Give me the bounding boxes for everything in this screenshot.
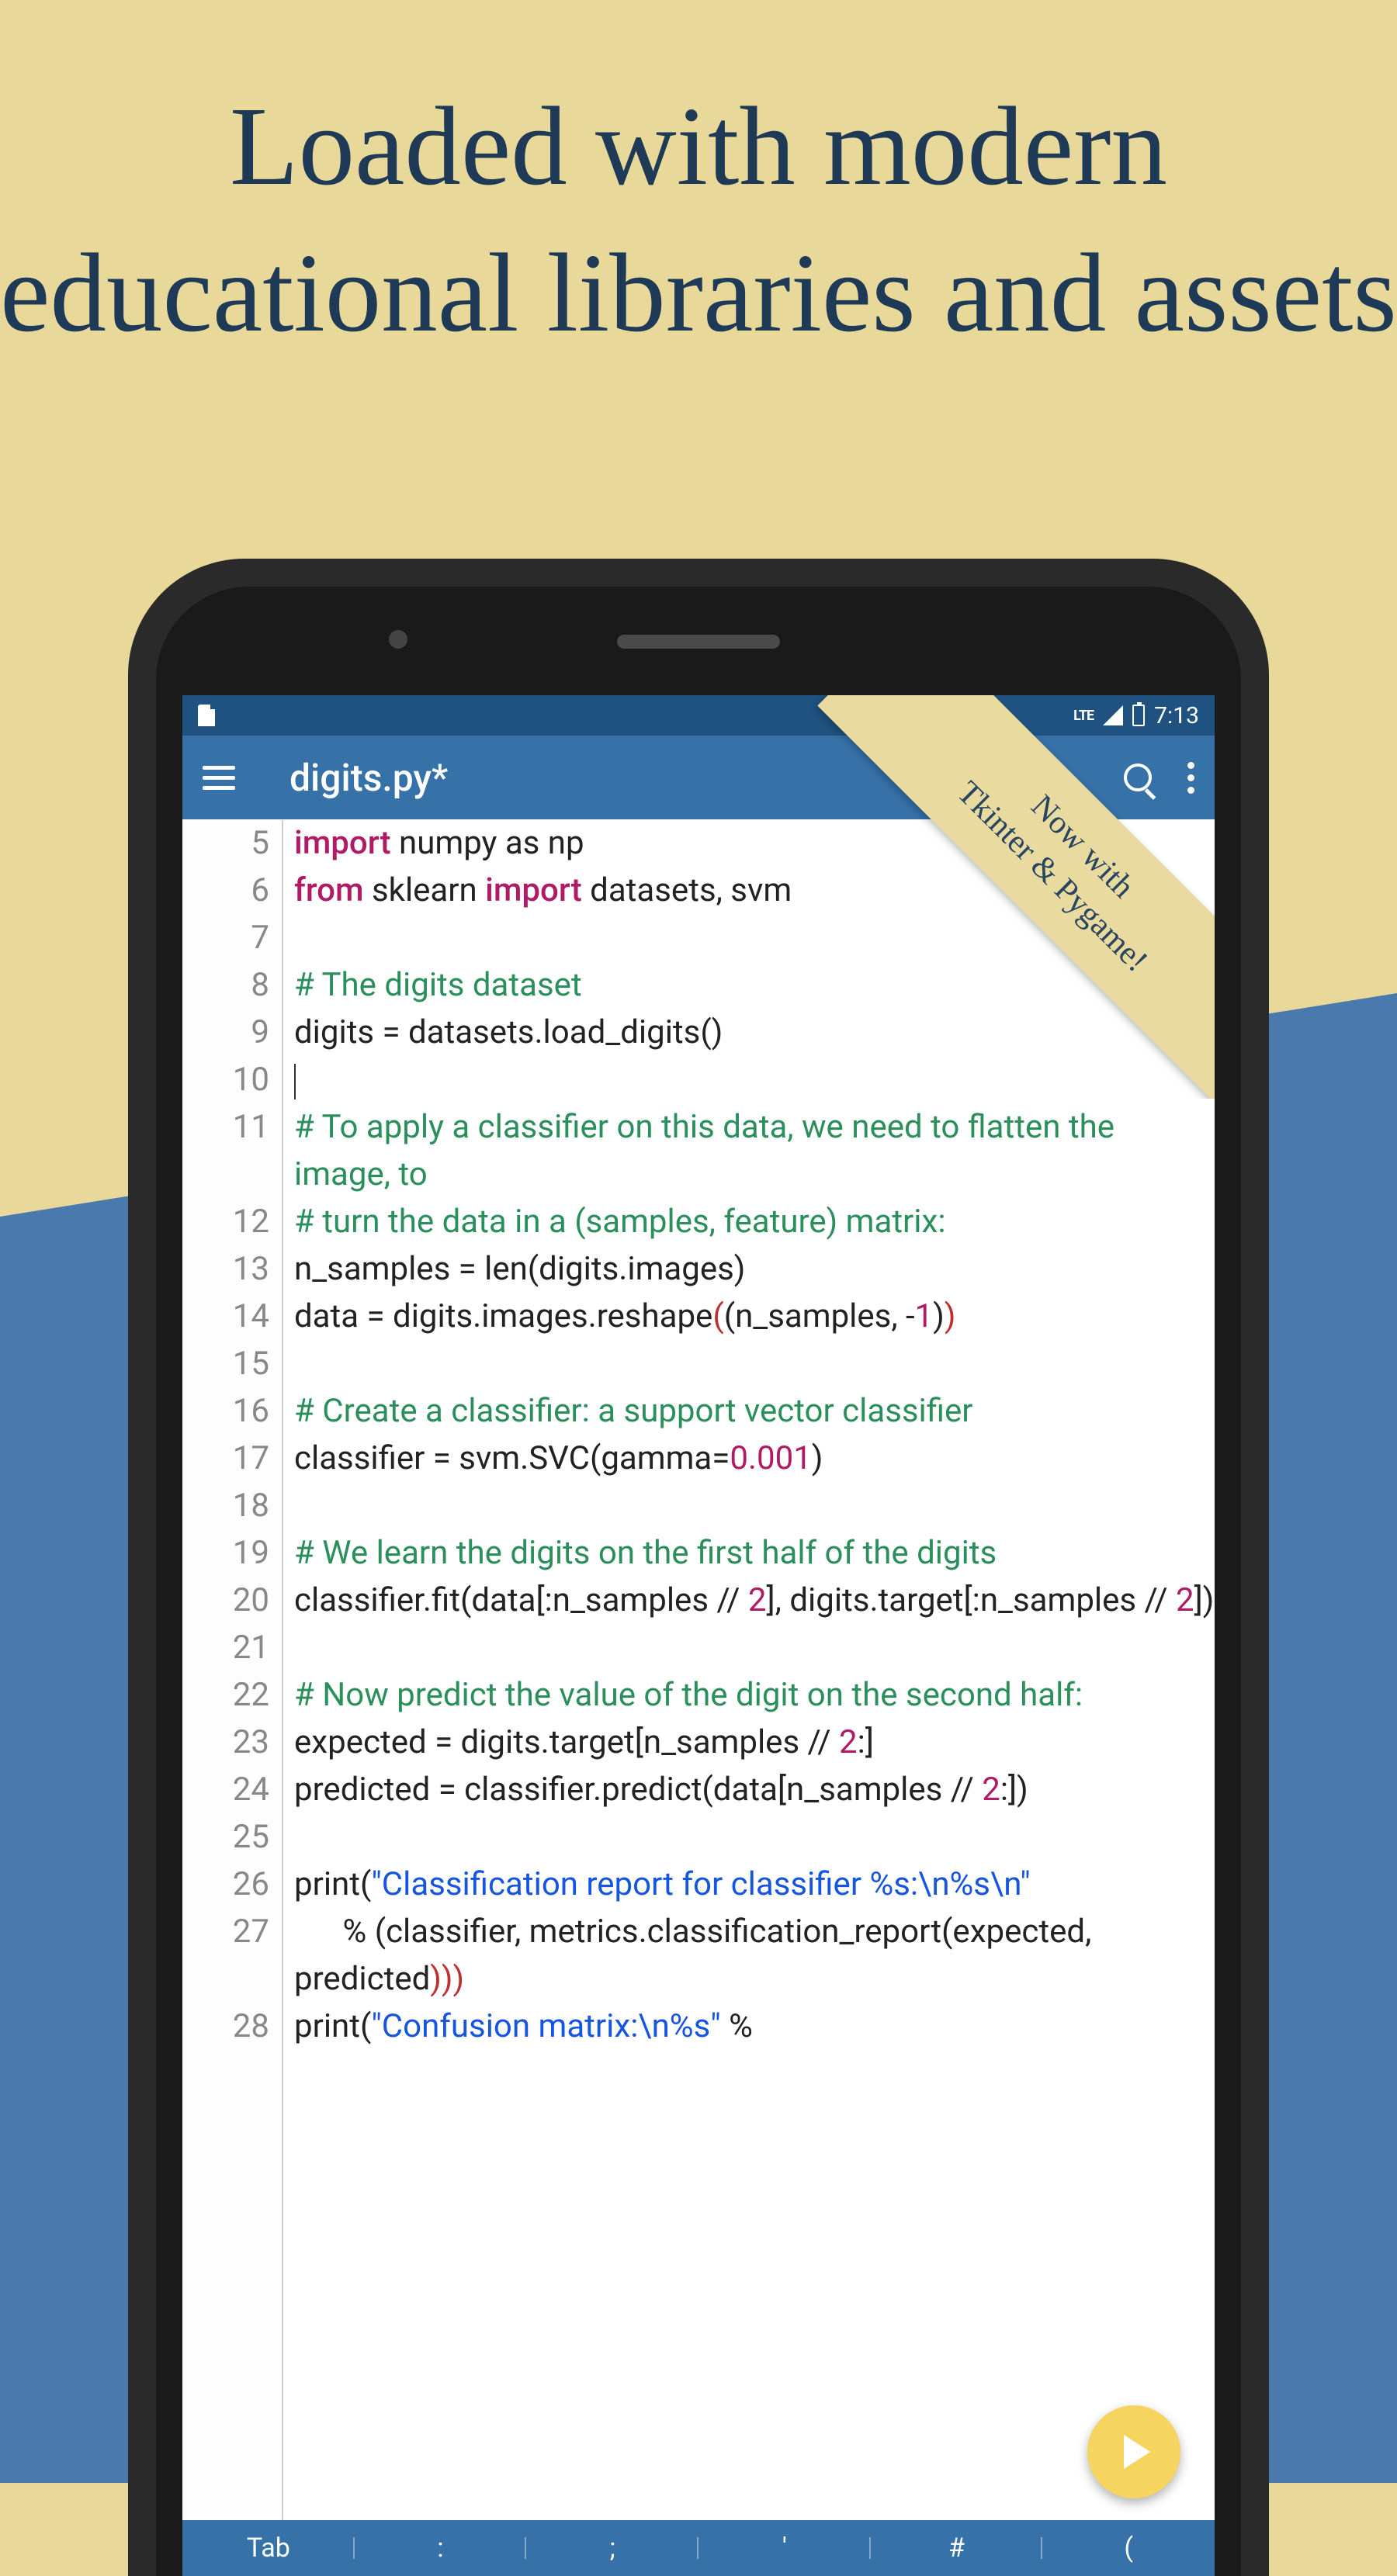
code-line[interactable]: import numpy as np xyxy=(294,820,1215,867)
file-title: digits.py* xyxy=(289,756,448,800)
line-number: 11 xyxy=(182,1104,269,1199)
line-number: 7 xyxy=(182,915,269,962)
line-number: 27 xyxy=(182,1909,269,2003)
code-line[interactable]: classifier.fit(data[:n_samples // 2], di… xyxy=(294,1577,1215,1625)
symbol-key[interactable]: : xyxy=(355,2533,527,2564)
phone-inner: LTE 7:13 digits.py* Now with xyxy=(156,587,1241,2576)
network-label: LTE xyxy=(1073,708,1094,724)
code-line[interactable]: # The digits dataset xyxy=(294,962,1215,1009)
marketing-headline: Loaded with modern educational libraries… xyxy=(0,74,1397,366)
menu-icon[interactable] xyxy=(203,766,235,790)
line-number: 10 xyxy=(182,1057,269,1104)
code-line[interactable]: # We learn the digits on the first half … xyxy=(294,1530,1215,1577)
line-number: 18 xyxy=(182,1483,269,1530)
code-line[interactable]: expected = digits.target[n_samples // 2:… xyxy=(294,1719,1215,1767)
line-number: 15 xyxy=(182,1341,269,1388)
code-line[interactable]: print("Classification report for classif… xyxy=(294,1861,1215,1909)
symbol-key[interactable]: # xyxy=(871,2533,1043,2564)
code-line[interactable]: from sklearn import datasets, svm xyxy=(294,867,1215,915)
code-line[interactable]: % (classifier, metrics.classification_re… xyxy=(294,1909,1215,2003)
run-button[interactable] xyxy=(1087,2405,1180,2498)
line-number: 21 xyxy=(182,1625,269,1672)
symbol-key[interactable]: ; xyxy=(526,2533,698,2564)
code-line[interactable] xyxy=(294,1814,1215,1861)
line-number: 13 xyxy=(182,1246,269,1293)
speaker-grill xyxy=(617,635,780,649)
more-icon[interactable] xyxy=(1187,762,1194,794)
code-line[interactable]: digits = datasets.load_digits() xyxy=(294,1009,1215,1057)
line-number: 19 xyxy=(182,1530,269,1577)
code-editor[interactable]: 5678910111213141516171819202122232425262… xyxy=(182,820,1215,2520)
status-bar: LTE 7:13 xyxy=(182,695,1215,736)
code-line[interactable] xyxy=(294,1341,1215,1388)
camera-dot xyxy=(389,630,407,649)
line-number: 5 xyxy=(182,820,269,867)
code-line[interactable]: predicted = classifier.predict(data[n_sa… xyxy=(294,1767,1215,1814)
line-number: 16 xyxy=(182,1388,269,1435)
line-number: 23 xyxy=(182,1719,269,1767)
line-number: 8 xyxy=(182,962,269,1009)
code-line[interactable] xyxy=(294,1625,1215,1672)
line-number: 6 xyxy=(182,867,269,915)
line-number: 20 xyxy=(182,1577,269,1625)
code-content[interactable]: import numpy as npfrom sklearn import da… xyxy=(283,820,1215,2520)
line-number: 24 xyxy=(182,1767,269,1814)
symbol-key[interactable]: ( xyxy=(1042,2533,1215,2564)
code-line[interactable]: data = digits.images.reshape((n_samples,… xyxy=(294,1293,1215,1341)
code-line[interactable] xyxy=(294,1483,1215,1530)
line-number: 12 xyxy=(182,1199,269,1246)
line-number: 22 xyxy=(182,1672,269,1719)
code-line[interactable]: n_samples = len(digits.images) xyxy=(294,1246,1215,1293)
signal-icon xyxy=(1103,705,1123,725)
code-line[interactable]: # Now predict the value of the digit on … xyxy=(294,1672,1215,1719)
line-number: 26 xyxy=(182,1861,269,1909)
search-icon[interactable] xyxy=(1124,763,1152,791)
code-line[interactable] xyxy=(294,915,1215,962)
code-line[interactable]: # To apply a classifier on this data, we… xyxy=(294,1104,1215,1199)
line-number: 25 xyxy=(182,1814,269,1861)
clock: 7:13 xyxy=(1154,702,1199,729)
sd-card-icon xyxy=(198,705,215,726)
phone-frame: LTE 7:13 digits.py* Now with xyxy=(128,559,1269,2576)
text-cursor xyxy=(294,1064,296,1099)
code-line[interactable]: print("Confusion matrix:\n%s" % xyxy=(294,2003,1215,2051)
code-line[interactable] xyxy=(294,1057,1215,1104)
line-number: 9 xyxy=(182,1009,269,1057)
symbol-keyboard-row: Tab:;'#( xyxy=(182,2520,1215,2576)
code-line[interactable]: # Create a classifier: a support vector … xyxy=(294,1388,1215,1435)
code-line[interactable]: classifier = svm.SVC(gamma=0.001) xyxy=(294,1435,1215,1483)
line-number: 17 xyxy=(182,1435,269,1483)
line-number: 28 xyxy=(182,2003,269,2051)
symbol-key[interactable]: ' xyxy=(698,2533,871,2564)
line-number: 14 xyxy=(182,1293,269,1341)
play-icon xyxy=(1124,2435,1150,2469)
line-number-gutter: 5678910111213141516171819202122232425262… xyxy=(182,820,283,2520)
symbol-key[interactable]: Tab xyxy=(182,2533,355,2564)
app-bar: digits.py* xyxy=(182,736,1215,819)
code-line[interactable]: # turn the data in a (samples, feature) … xyxy=(294,1199,1215,1246)
phone-screen: LTE 7:13 digits.py* Now with xyxy=(182,695,1215,2576)
battery-icon xyxy=(1132,705,1145,726)
